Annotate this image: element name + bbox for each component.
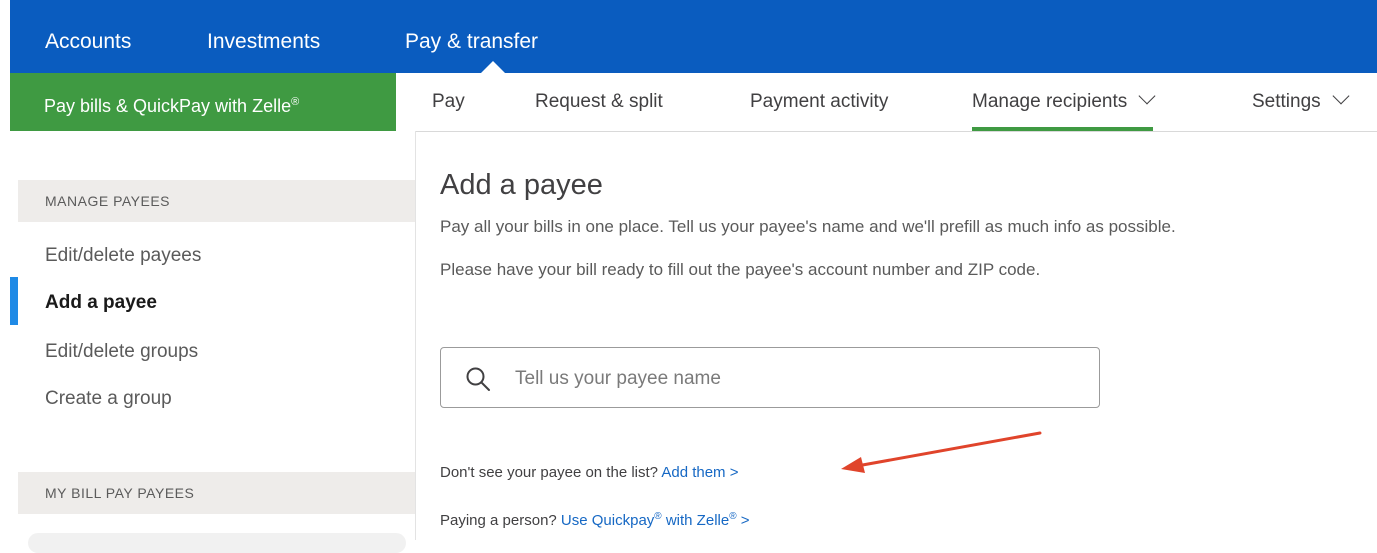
active-tab-caret-icon (481, 61, 505, 73)
tab-settings[interactable]: Settings (1252, 73, 1350, 131)
topnav-accounts[interactable]: Accounts (45, 28, 131, 56)
tab-pay-bills-label: Pay bills & QuickPay with Zelle (44, 96, 292, 116)
payee-search-box[interactable] (440, 347, 1100, 408)
tab-pay[interactable]: Pay (432, 73, 465, 131)
chevron-right-icon: > (729, 464, 739, 481)
page-description-1: Pay all your bills in one place. Tell us… (440, 217, 1176, 236)
tab-payment-activity[interactable]: Payment activity (750, 73, 888, 131)
registered-mark: ® (729, 511, 737, 522)
sidebar-item-edit-delete-payees[interactable]: Edit/delete payees (45, 243, 201, 269)
add-them-link-label: Add them (661, 464, 726, 481)
sidebar-item-create-a-group[interactable]: Create a group (45, 386, 172, 412)
tab-manage-recipients[interactable]: Manage recipients (972, 73, 1156, 131)
left-edge (0, 0, 10, 540)
chevron-down-icon (1138, 87, 1156, 105)
sub-navigation-bar: Pay bills & QuickPay with Zelle® Pay Req… (10, 73, 1377, 132)
quickpay-link-label-a: Use Quickpay (560, 512, 655, 529)
help-text-paying-person: Paying a person? (440, 512, 557, 529)
chevron-down-icon (1332, 87, 1350, 105)
registered-mark: ® (291, 96, 300, 108)
top-navigation-bar: Accounts Investments Pay & transfer (10, 0, 1377, 73)
tab-request-split[interactable]: Request & split (535, 73, 663, 131)
main-content: Add a payee Pay all your bills in one pl… (440, 131, 1377, 540)
sidebar-header-my-bill-pay-payees: MY BILL PAY PAYEES (18, 472, 415, 514)
quickpay-zelle-link[interactable]: Use Quickpay® with Zelle® > (560, 511, 750, 529)
sidebar: MANAGE PAYEES Edit/delete payees Add a p… (10, 131, 416, 553)
topnav-investments[interactable]: Investments (207, 28, 320, 56)
annotation-arrow-icon (841, 431, 1042, 473)
search-icon (466, 367, 490, 391)
tab-pay-bills-quickpay[interactable]: Pay bills & QuickPay with Zelle® (10, 73, 396, 131)
active-indicator (10, 277, 18, 325)
sidebar-item-edit-delete-groups[interactable]: Edit/delete groups (45, 339, 198, 365)
quickpay-link-label-b: with Zelle (665, 512, 730, 529)
payee-list-item[interactable] (28, 533, 406, 553)
help-line-quickpay: Paying a person? Use Quickpay® with Zell… (440, 511, 750, 529)
help-text-missing-payee: Don't see your payee on the list? (440, 464, 658, 481)
add-them-link[interactable]: Add them > (661, 464, 738, 481)
topnav-pay-transfer[interactable]: Pay & transfer (405, 28, 538, 56)
chevron-right-icon: > (740, 512, 750, 529)
help-line-add-payee: Don't see your payee on the list? Add th… (440, 464, 739, 481)
registered-mark: ® (654, 511, 662, 522)
tab-manage-recipients-label: Manage recipients (972, 91, 1128, 112)
page-description-2: Please have your bill ready to fill out … (440, 260, 1041, 279)
sidebar-header-manage-payees: MANAGE PAYEES (18, 180, 415, 222)
page-title: Add a payee (440, 169, 603, 201)
sidebar-item-add-a-payee[interactable]: Add a payee (45, 290, 157, 316)
tab-settings-label: Settings (1252, 91, 1321, 112)
payee-search-input[interactable] (513, 358, 1077, 400)
